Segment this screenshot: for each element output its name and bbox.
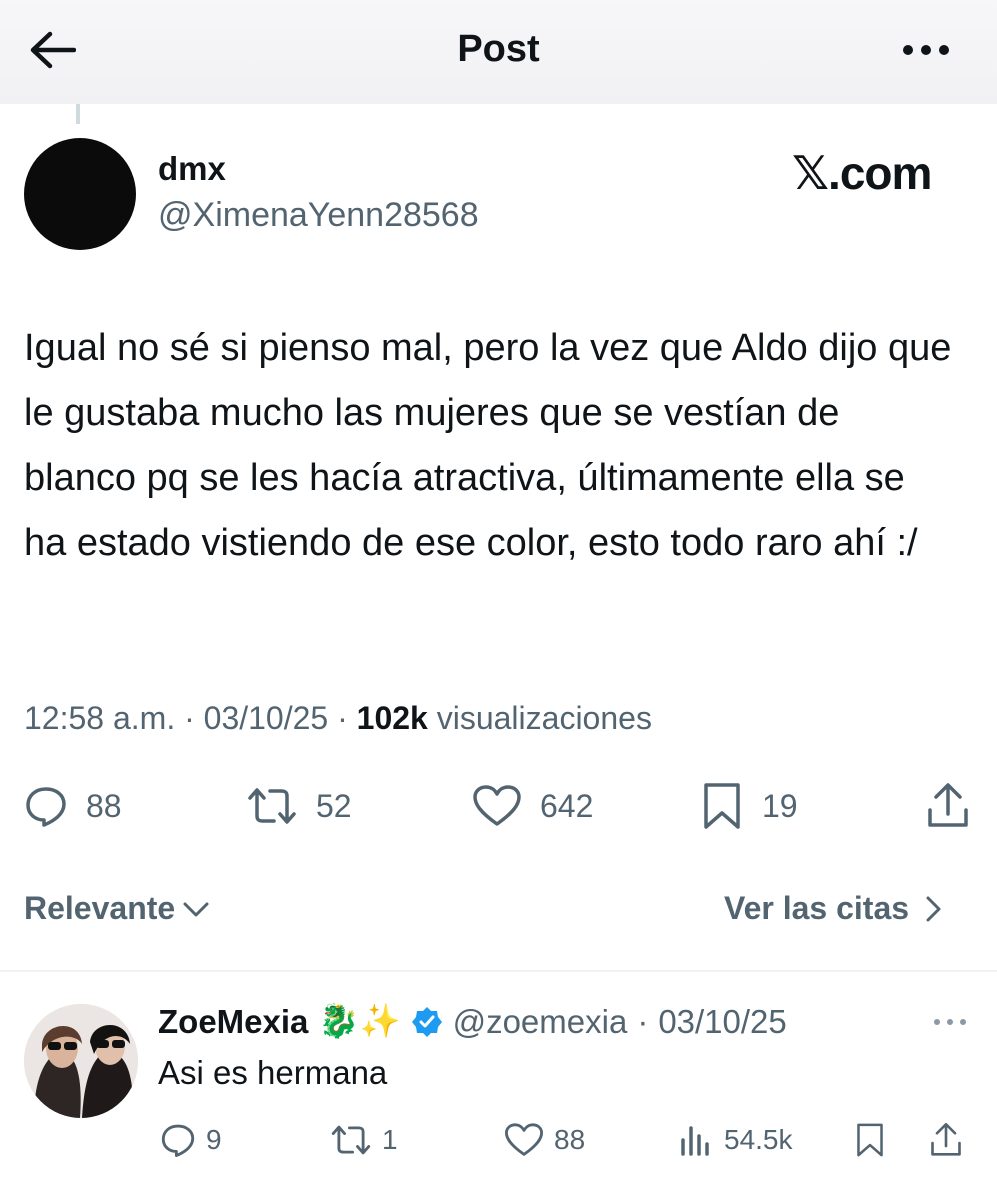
view-quotes-label: Ver las citas: [724, 890, 910, 926]
author-avatar[interactable]: [24, 138, 136, 250]
repost-count: 52: [316, 787, 352, 824]
views-label: visualizaciones: [436, 700, 652, 736]
repost-button[interactable]: 52: [246, 778, 352, 834]
reply-reply-button[interactable]: 9: [160, 1118, 222, 1162]
reply-author-name[interactable]: ZoeMexia: [158, 1003, 308, 1041]
post-meta: 12:58 a.m. · 03/10/25 · 102k visualizaci…: [24, 700, 652, 737]
view-quotes-link[interactable]: Ver las citas: [724, 890, 943, 927]
analytics-icon: [681, 1126, 709, 1156]
post-text: Igual no sé si pienso mal, pero la vez q…: [24, 327, 952, 564]
reply-header: ZoeMexia 🐉✨ @zoemexia · 03/10/25: [158, 1002, 787, 1041]
reply-like-count: 88: [554, 1124, 586, 1155]
reply-button[interactable]: 88: [24, 778, 122, 834]
heart-icon: [505, 1123, 543, 1156]
verified-badge-icon: [411, 1006, 442, 1037]
reply-more-icon[interactable]: [930, 1012, 970, 1032]
author-handle[interactable]: @XimenaYenn28568: [158, 196, 479, 235]
post-time: 12:58 a.m.: [24, 700, 176, 736]
reply-repost-button[interactable]: 1: [330, 1118, 398, 1162]
like-button[interactable]: 642: [472, 778, 593, 834]
sort-dropdown[interactable]: Relevante: [24, 890, 211, 927]
share-icon: [931, 1122, 961, 1156]
thread-line: [76, 104, 80, 124]
bookmark-icon: [857, 1123, 883, 1157]
views-count: 102k: [356, 700, 428, 736]
chevron-down-icon: [183, 902, 209, 916]
reply-views-button[interactable]: 54.5k: [678, 1118, 793, 1162]
share-icon: [928, 783, 968, 827]
reply-icon: [161, 1124, 195, 1157]
reply-avatar[interactable]: [24, 1004, 138, 1118]
reply-views-count: 54.5k: [724, 1124, 793, 1155]
like-count: 642: [540, 787, 594, 824]
divider: [0, 970, 997, 972]
reply-separator: ·: [637, 1002, 649, 1040]
bookmark-button[interactable]: 19: [700, 778, 798, 834]
reply-date: 03/10/25: [658, 1002, 787, 1040]
emoji-decoration: 🐉✨: [318, 1002, 401, 1039]
bookmark-icon: [704, 783, 740, 829]
reply-icon: [26, 787, 66, 827]
meta-separator: ·: [184, 700, 195, 736]
reply-bookmark-button[interactable]: [852, 1118, 888, 1162]
post-date: 03/10/25: [203, 700, 329, 736]
reply-like-button[interactable]: 88: [504, 1118, 585, 1162]
heart-icon: [473, 785, 521, 826]
author-name[interactable]: dmx: [158, 150, 226, 188]
reply-text: Asi es hermana: [158, 1054, 388, 1091]
share-button[interactable]: [926, 778, 970, 834]
bookmark-count: 19: [762, 787, 798, 824]
meta-separator: ·: [337, 700, 348, 736]
reply-count: 88: [86, 787, 122, 824]
repost-icon: [248, 788, 296, 824]
reply-handle[interactable]: @zoemexia: [453, 1003, 628, 1041]
repost-icon: [331, 1125, 371, 1155]
page-title: Post: [457, 28, 540, 70]
more-horizontal-icon[interactable]: [900, 38, 952, 62]
brand-watermark: 𝕏.com: [792, 147, 932, 199]
chevron-right-icon: [926, 896, 941, 921]
sort-label: Relevante: [24, 890, 176, 926]
reply-reply-count: 9: [206, 1124, 222, 1155]
reply-share-button[interactable]: [928, 1118, 964, 1162]
reply-repost-count: 1: [382, 1124, 398, 1155]
